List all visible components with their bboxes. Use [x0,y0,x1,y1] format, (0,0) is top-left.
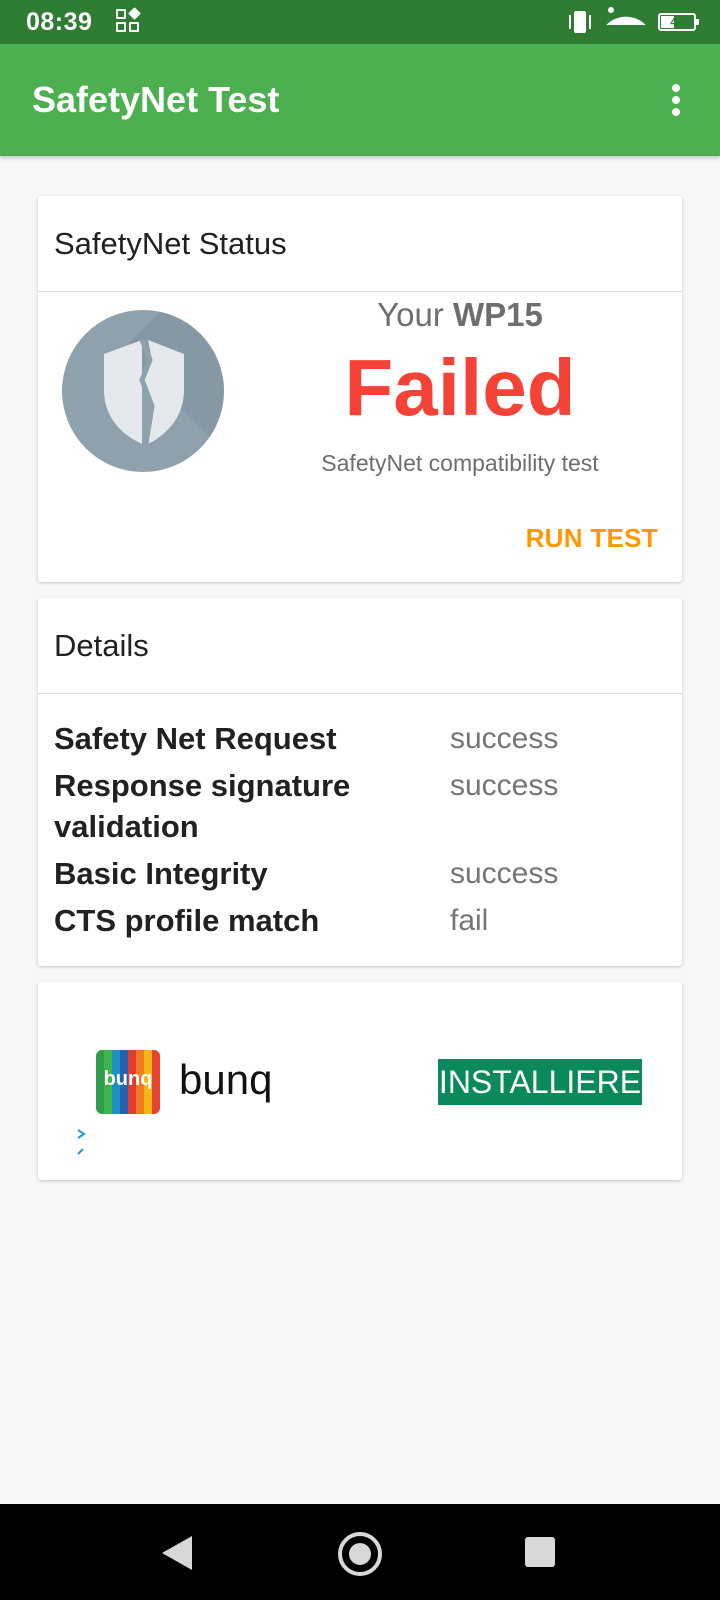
ad-card[interactable]: bunq bunq INSTALLIERE [38,982,682,1180]
back-icon[interactable] [162,1536,192,1570]
status-time: 08:39 [26,7,93,36]
battery-icon: 43 [658,13,699,31]
run-test-button[interactable]: RUN TEST [526,523,658,554]
detail-value: success [450,722,559,755]
app-bar: SafetyNet Test [0,44,720,156]
your-prefix: Your [377,296,444,333]
home-icon[interactable] [338,1532,382,1576]
details-table: Safety Net Request success Response sign… [38,694,682,941]
screen-layout-icon [116,7,142,35]
detail-value: success [450,857,559,890]
adchoices-icon[interactable] [76,1128,88,1156]
detail-row: CTS profile match fail [54,900,666,941]
detail-row: Basic Integrity success [54,853,666,894]
status-icons: 43 [566,9,699,35]
details-card-title: Details [38,598,682,694]
broken-shield-icon [62,310,224,472]
status-summary: Your WP15 Failed SafetyNet compatibility… [248,296,672,477]
battery-level: 43 [670,15,684,29]
details-card: Details Safety Net Request success Respo… [38,598,682,966]
install-button[interactable]: INSTALLIERE [438,1059,642,1105]
detail-key: Basic Integrity [54,856,268,891]
overflow-menu-icon[interactable] [664,80,688,120]
device-name: WP15 [452,296,543,333]
wifi-icon [610,9,642,35]
detail-key: CTS profile match [54,903,320,938]
vibrate-icon [566,9,594,35]
navigation-bar [0,1504,720,1600]
status-card: SafetyNet Status Your WP15 Failed Safety… [38,196,682,582]
device-line: Your WP15 [248,296,672,334]
recents-icon[interactable] [525,1537,555,1567]
detail-row: Safety Net Request success [54,718,666,759]
detail-key: Response signature validation [54,768,351,844]
app-title: SafetyNet Test [32,79,280,120]
status-bar: 08:39 43 [0,0,720,44]
detail-value: success [450,769,559,802]
bunq-logo-text: bunq [103,1068,153,1090]
status-card-title: SafetyNet Status [38,196,682,292]
result-subtitle: SafetyNet compatibility test [321,450,599,476]
result-text: Failed [344,343,576,432]
ad-app-name[interactable]: bunq [179,1056,272,1104]
detail-key: Safety Net Request [54,721,337,756]
detail-row: Response signature validation success [54,765,666,847]
bunq-logo[interactable]: bunq [96,1050,160,1114]
detail-value: fail [450,904,489,937]
